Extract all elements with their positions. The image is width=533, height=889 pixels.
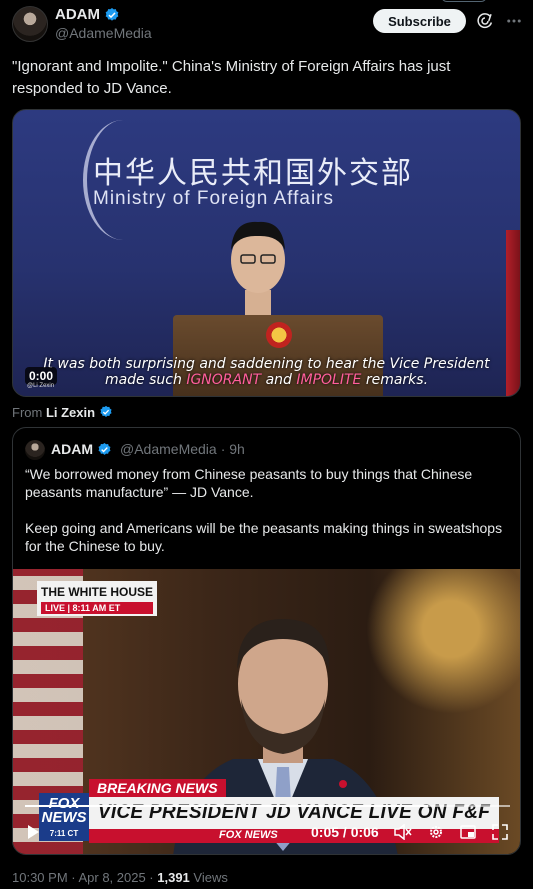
- quoted-avatar[interactable]: [25, 440, 45, 460]
- subtitle-text: and: [261, 372, 297, 388]
- author-handle[interactable]: @AdameMedia: [55, 25, 152, 41]
- quoted-header: ADAM @AdameMedia · 9h: [51, 441, 245, 457]
- author-name-row[interactable]: ADAM: [55, 6, 120, 23]
- live-time-badge: LIVE | 8:11 AM ET: [41, 602, 154, 614]
- post-timestamp[interactable]: 10:30 PM · Apr 8, 2025 ·: [12, 870, 157, 885]
- play-icon[interactable]: [25, 824, 41, 840]
- grok-icon[interactable]: [476, 12, 494, 30]
- mute-icon[interactable]: [394, 824, 412, 840]
- more-options-icon[interactable]: [505, 12, 523, 30]
- video-controls: 0:05 / 0:06: [13, 820, 520, 844]
- verified-badge-icon: [105, 7, 119, 21]
- source-name[interactable]: Li Zexin: [46, 405, 95, 420]
- quoted-paragraph: Keep going and Americans will be the pea…: [25, 520, 503, 554]
- subtitle-highlight: IMPOLITE: [296, 372, 362, 388]
- views-count: 1,391: [157, 870, 190, 885]
- white-house-tag: THE WHITE HOUSE LIVE | 8:11 AM ET: [37, 581, 158, 616]
- quoted-author-name[interactable]: ADAM: [51, 441, 93, 457]
- verified-badge-icon: [100, 405, 112, 417]
- tweet-text: "Ignorant and Impolite." China's Ministr…: [12, 58, 451, 97]
- press-conference-video[interactable]: 中华人民共和国外交部 Ministry of Foreign Affairs I…: [12, 109, 521, 397]
- author-name[interactable]: ADAM: [55, 6, 100, 23]
- subtitle-text: remarks.: [361, 372, 429, 388]
- quoted-text: “We borrowed money from Chinese peasants…: [25, 465, 515, 573]
- subtitle-line-2: made such IGNORANT and IMPOLITE remarks.: [13, 372, 520, 388]
- picture-in-picture-icon[interactable]: [460, 824, 476, 840]
- quoted-tweet[interactable]: ADAM @AdameMedia · 9h “We borrowed money…: [12, 427, 521, 855]
- subtitle-line-1: It was both surprising and saddening to …: [43, 356, 490, 372]
- progress-fill: [25, 805, 428, 807]
- video-subtitle: It was both surprising and saddening to …: [13, 356, 520, 388]
- media-source[interactable]: From Li Zexin: [12, 405, 113, 420]
- subtitle-text: made such: [104, 372, 187, 388]
- video-progress-bar[interactable]: [25, 805, 510, 807]
- views-label: Views: [189, 870, 228, 885]
- avatar[interactable]: [12, 6, 48, 42]
- settings-gear-icon[interactable]: [428, 824, 444, 840]
- quoted-timestamp: · 9h: [220, 441, 245, 457]
- fullscreen-icon[interactable]: [492, 824, 508, 840]
- subscribe-button[interactable]: Subscribe: [373, 9, 466, 33]
- from-prefix: From: [12, 405, 46, 420]
- white-house-title: THE WHITE HOUSE: [41, 585, 154, 599]
- quoted-paragraph: “We borrowed money from Chinese peasants…: [25, 466, 473, 500]
- fox-news-video[interactable]: THE WHITE HOUSE LIVE | 8:11 AM ET BREAKI…: [13, 569, 520, 854]
- video-watermark: @Li Zexin: [27, 383, 55, 389]
- subtitle-highlight: IGNORANT: [186, 372, 262, 388]
- tweet-footer: 10:30 PM · Apr 8, 2025 · 1,391 Views: [12, 870, 228, 885]
- quoted-author-handle[interactable]: @AdameMedia: [120, 441, 217, 457]
- video-timecode: 0:05 / 0:06: [311, 824, 379, 840]
- verified-badge-icon: [98, 442, 111, 455]
- breaking-news-banner: BREAKING NEWS: [89, 779, 226, 797]
- national-emblem: [266, 322, 292, 348]
- top-pill: [441, 0, 487, 2]
